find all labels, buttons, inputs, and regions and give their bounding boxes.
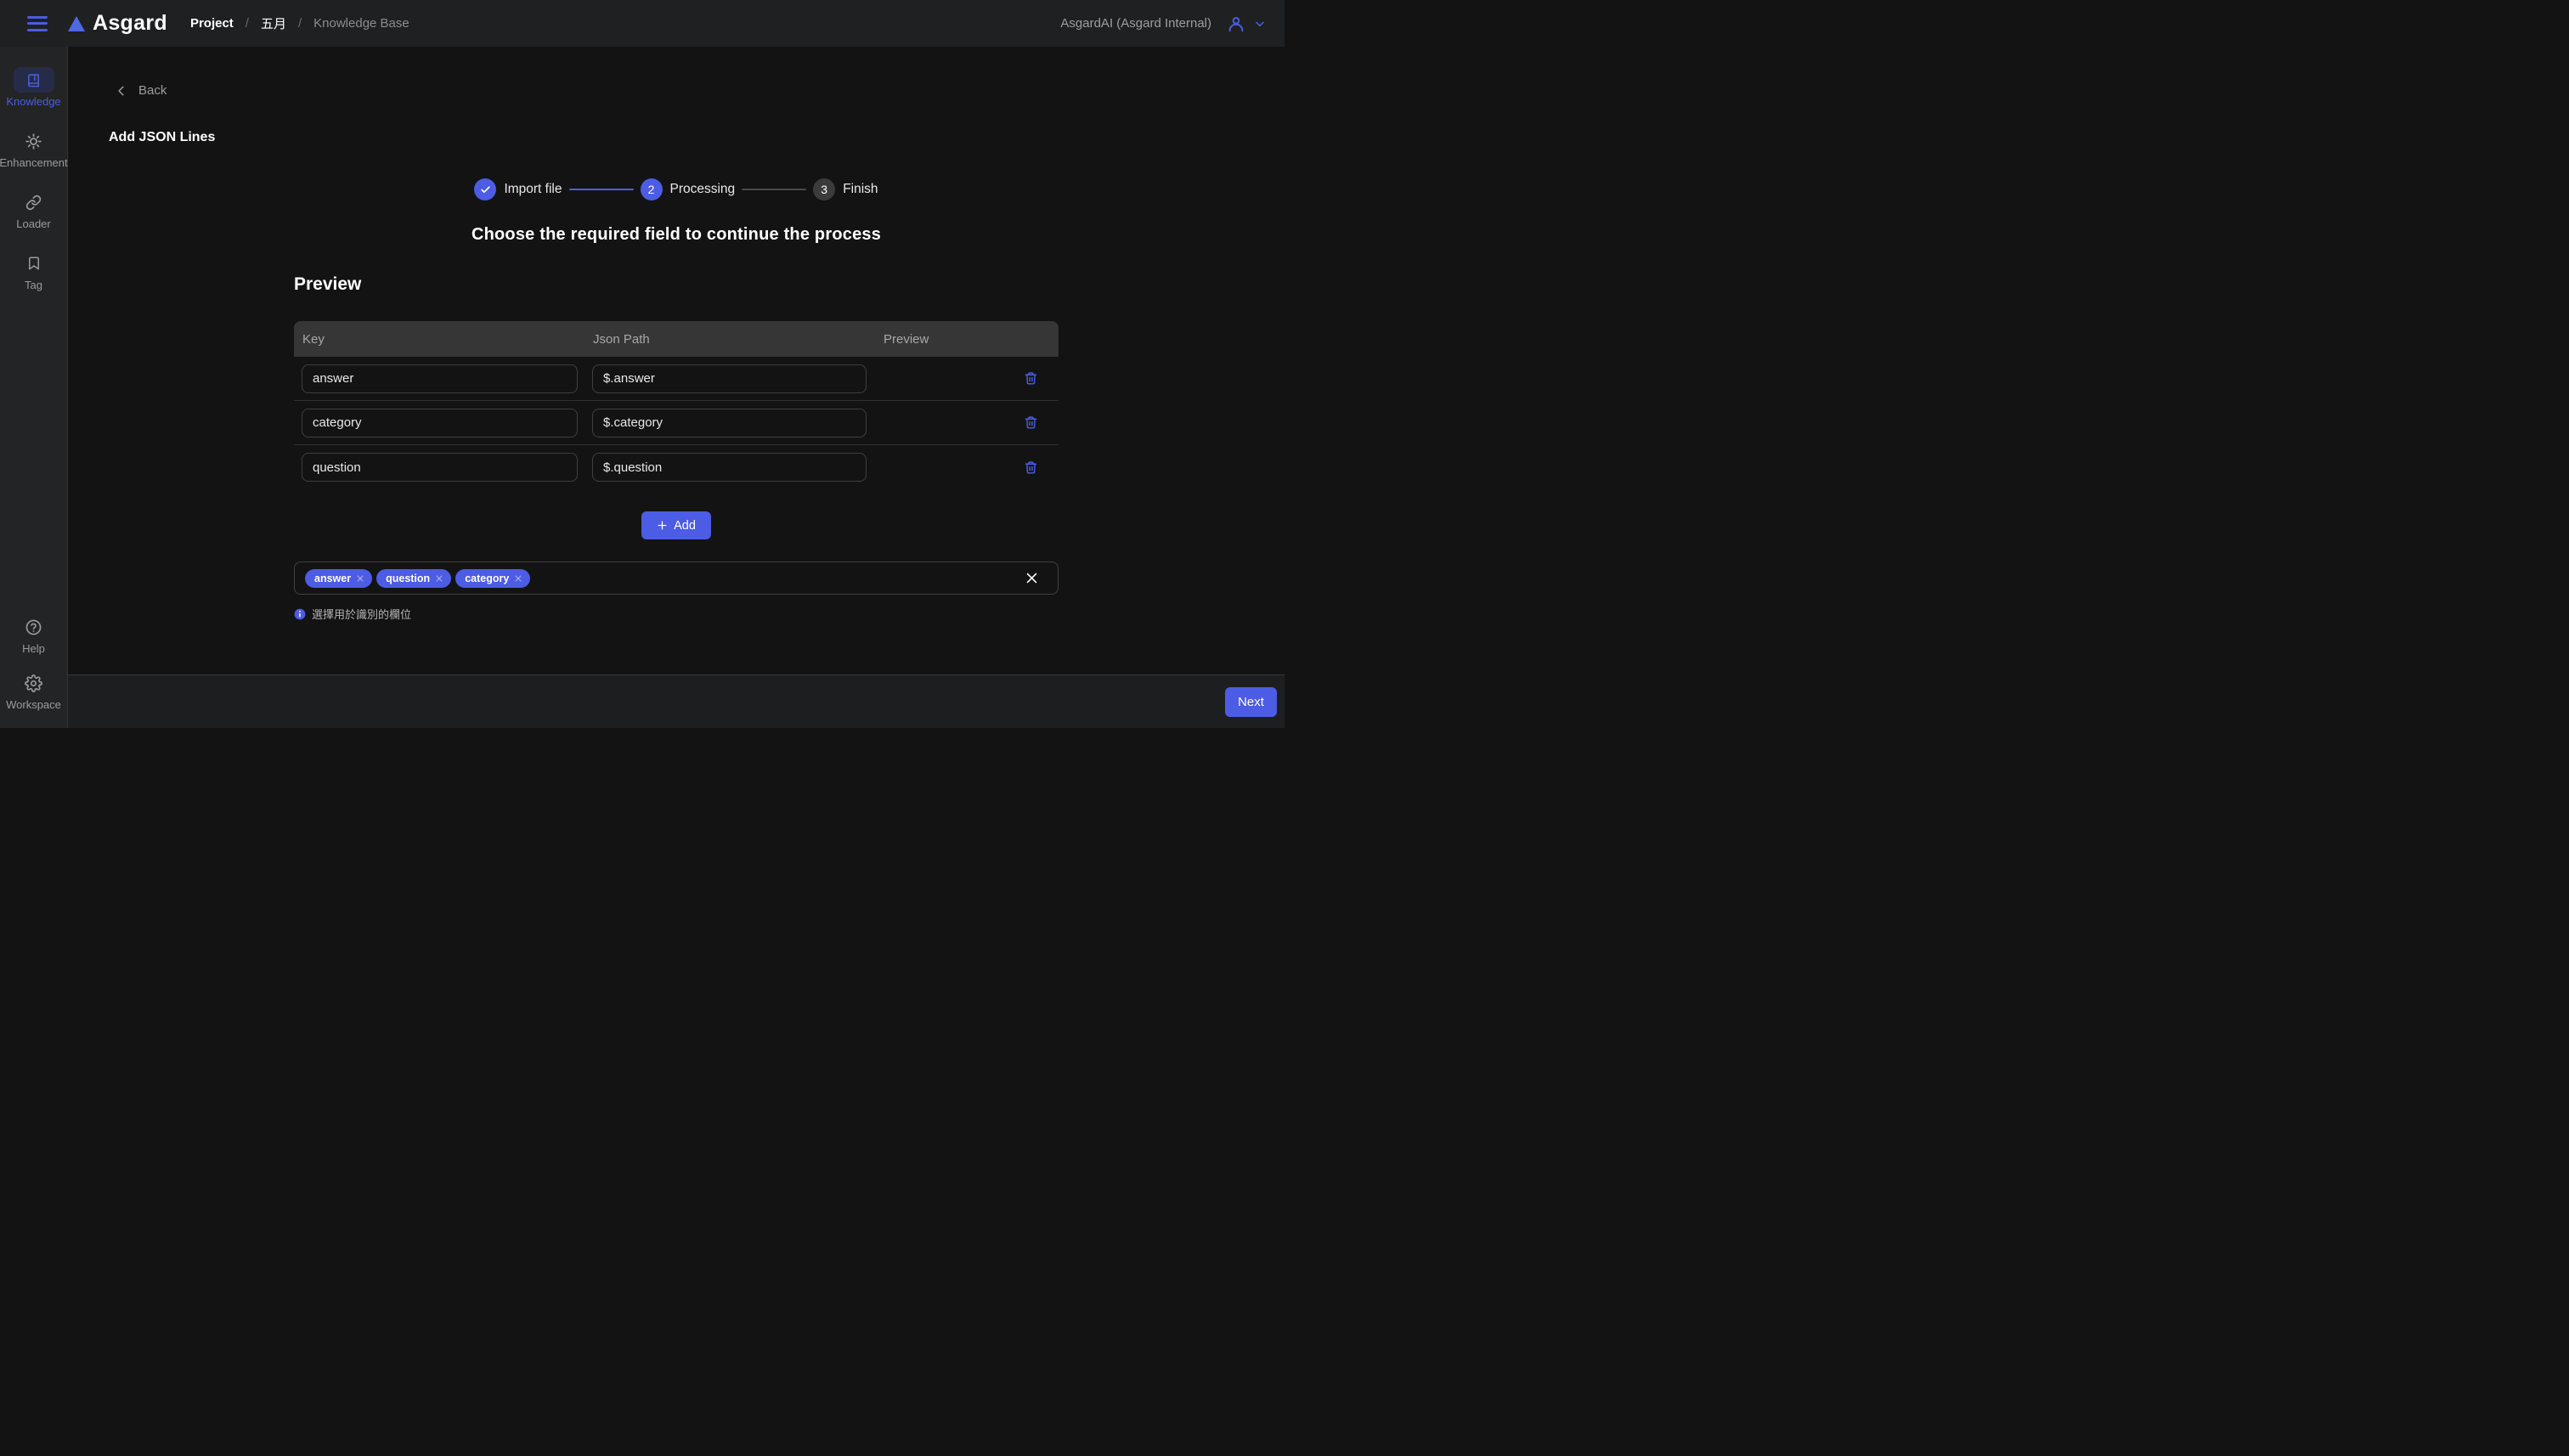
- next-button[interactable]: Next: [1225, 687, 1277, 717]
- key-input[interactable]: [302, 364, 578, 393]
- sidebar-item-workspace[interactable]: Workspace: [0, 670, 67, 711]
- info-icon: [294, 608, 306, 620]
- remove-tag-icon[interactable]: [435, 574, 443, 583]
- breadcrumb-separator: /: [246, 16, 249, 31]
- hamburger-menu-icon[interactable]: [27, 16, 48, 31]
- wizard-content: Import file 2 Processing 3 Finish Choose…: [294, 178, 1059, 622]
- step-done-circle: [474, 178, 496, 200]
- step-label: Import file: [504, 182, 562, 197]
- tag-chip-label: answer: [314, 573, 351, 584]
- top-bar: Asgard Project / 五月 / Knowledge Base Asg…: [0, 0, 1284, 47]
- table-header-row: Key Json Path Preview: [294, 321, 1059, 357]
- sidebar-item-enhancement[interactable]: Enhancement: [0, 128, 67, 169]
- remove-tag-icon[interactable]: [514, 574, 522, 583]
- table-row: [294, 445, 1059, 489]
- sidebar-item-label: Help: [22, 642, 45, 655]
- chevron-down-icon: [1254, 18, 1266, 30]
- breadcrumb-separator: /: [298, 16, 302, 31]
- delete-row-button[interactable]: [1022, 370, 1040, 387]
- tag-chip-question[interactable]: question: [376, 569, 451, 588]
- triangle-logo-icon: [68, 16, 85, 31]
- step-processing[interactable]: 2 Processing: [641, 178, 736, 200]
- add-row-container: Add: [294, 511, 1059, 539]
- book-icon: [26, 73, 41, 87]
- step-finish[interactable]: 3 Finish: [813, 178, 878, 200]
- delete-row-button[interactable]: [1022, 414, 1040, 432]
- plus-icon: [657, 520, 668, 531]
- close-icon: [1025, 571, 1039, 585]
- breadcrumb-current: Knowledge Base: [313, 16, 409, 31]
- check-icon: [480, 184, 491, 195]
- step-connector-done: [569, 189, 634, 190]
- sidebar-item-label: Tag: [25, 279, 42, 291]
- json-path-input[interactable]: [592, 453, 867, 482]
- json-path-input[interactable]: [592, 409, 867, 437]
- brand-name: Asgard: [93, 11, 167, 36]
- breadcrumb: Project / 五月 / Knowledge Base: [190, 14, 409, 32]
- column-header-preview: Preview: [875, 332, 1059, 347]
- add-field-button[interactable]: Add: [641, 511, 711, 539]
- key-input[interactable]: [302, 453, 578, 482]
- back-label: Back: [138, 83, 167, 98]
- sidebar-item-label: Knowledge: [6, 95, 60, 108]
- step-active-circle: 2: [641, 178, 663, 200]
- bookmark-icon: [26, 256, 42, 271]
- sidebar: Knowledge Enhancement Loader Tag Help: [0, 47, 68, 728]
- trash-icon: [1024, 415, 1038, 430]
- app-window: Asgard Project / 五月 / Knowledge Base Asg…: [0, 0, 1284, 728]
- account-name: AsgardAI (Asgard Internal): [1060, 16, 1211, 31]
- hint-text: 選擇用於識別的欄位: [312, 606, 411, 622]
- remove-tag-icon[interactable]: [356, 574, 364, 583]
- json-path-input[interactable]: [592, 364, 867, 393]
- sidebar-item-loader[interactable]: Loader: [0, 189, 67, 230]
- tag-chip-answer[interactable]: answer: [305, 569, 372, 588]
- sidebar-item-knowledge[interactable]: Knowledge: [0, 67, 67, 108]
- sidebar-item-label: Enhancement: [0, 156, 68, 169]
- sidebar-item-help[interactable]: Help: [0, 614, 67, 655]
- identifier-field-select[interactable]: answer question category: [294, 562, 1059, 595]
- step-label: Finish: [843, 182, 878, 197]
- sidebar-item-label: Workspace: [6, 698, 61, 711]
- main-content: Back Add JSON Lines Import file 2 Proces…: [68, 47, 1284, 674]
- column-header-key: Key: [294, 332, 584, 347]
- table-row: [294, 357, 1059, 401]
- clear-all-tags-button[interactable]: [1023, 569, 1041, 587]
- field-mapping-table: Key Json Path Preview: [294, 321, 1059, 489]
- stepper: Import file 2 Processing 3 Finish: [294, 178, 1059, 200]
- step-connector-pending: [742, 189, 806, 190]
- chevron-left-icon: [116, 85, 127, 97]
- step-label: Processing: [670, 182, 736, 197]
- selected-tags: answer question category: [305, 569, 530, 588]
- step-pending-circle: 3: [813, 178, 835, 200]
- step-instruction: Choose the required field to continue th…: [294, 225, 1059, 245]
- link-icon: [25, 195, 42, 211]
- tag-chip-label: category: [465, 573, 509, 584]
- user-menu-button[interactable]: [1227, 14, 1266, 33]
- preview-section-title: Preview: [294, 274, 1059, 295]
- column-header-json-path: Json Path: [584, 332, 875, 347]
- help-icon: [25, 618, 42, 636]
- trash-icon: [1024, 371, 1038, 386]
- table-row: [294, 401, 1059, 445]
- trash-icon: [1024, 460, 1038, 475]
- gear-icon: [25, 674, 42, 692]
- breadcrumb-project[interactable]: Project: [190, 16, 234, 31]
- page-title: Add JSON Lines: [109, 130, 1284, 145]
- brand-logo[interactable]: Asgard: [68, 11, 167, 36]
- identifier-hint: 選擇用於識別的欄位: [294, 606, 1059, 622]
- tag-chip-category[interactable]: category: [455, 569, 530, 588]
- add-button-label: Add: [674, 519, 696, 533]
- step-import-file[interactable]: Import file: [474, 178, 562, 200]
- delete-row-button[interactable]: [1022, 459, 1040, 477]
- sidebar-item-label: Loader: [16, 217, 50, 230]
- tag-chip-label: question: [386, 573, 430, 584]
- key-input[interactable]: [302, 409, 578, 437]
- user-icon: [1227, 14, 1245, 33]
- breadcrumb-folder[interactable]: 五月: [261, 14, 286, 32]
- topbar-right: AsgardAI (Asgard Internal): [1060, 14, 1266, 33]
- sidebar-item-tag[interactable]: Tag: [0, 251, 67, 291]
- back-button[interactable]: Back: [116, 83, 167, 98]
- wizard-footer: Next: [68, 674, 1284, 728]
- sun-icon: [25, 133, 42, 150]
